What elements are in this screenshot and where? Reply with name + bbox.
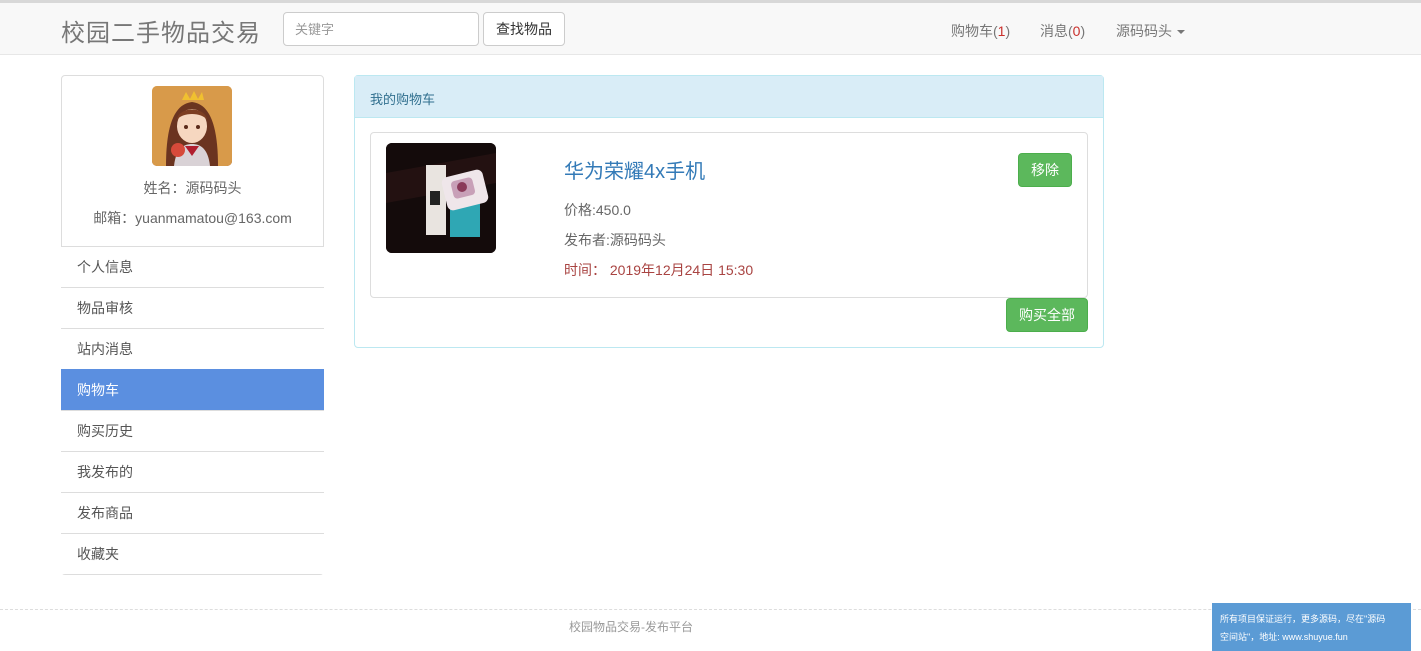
site-brand[interactable]: 校园二手物品交易 [61,13,261,48]
promo-banner[interactable]: 所有项目保证运行，更多源码，尽在"源码 空间站"，地址: www.shuyue.… [1212,603,1411,651]
sidebar-item-personal-info[interactable]: 个人信息 [61,246,324,287]
sidebar-item-my-posts[interactable]: 我发布的 [61,451,324,492]
profile-name: 姓名：源码码头 [143,180,242,196]
nav-cart-label: 购物车( [951,23,998,39]
sidebar-item-purchase-history[interactable]: 购买历史 [61,410,324,451]
footer-divider [0,609,1421,610]
cart-panel-heading: 我的购物车 [355,76,1103,118]
item-title[interactable]: 华为荣耀4x手机 [564,155,705,184]
footer-text: 校园物品交易-发布平台 [569,620,693,634]
nav-messages-close: ) [1080,23,1086,39]
sidebar-item-cart[interactable]: 购物车 [61,369,324,410]
nav-messages-label: 消息( [1040,23,1073,39]
caret-down-icon [1177,30,1185,35]
nav-cart-close: ) [1005,23,1011,39]
promo-banner-line-2: 空间站"，地址: www.shuyue.fun [1220,632,1348,642]
item-price: 价格:450.0 [564,202,631,218]
cart-item: 华为荣耀4x手机 价格:450.0 发布者:源码码头 时间： 2019年12月2… [370,132,1088,298]
nav-user-name: 源码码头 [1116,23,1172,39]
phone-photo-icon [386,143,496,253]
avatar-image-icon [152,86,232,166]
sidebar-item-post-item[interactable]: 发布商品 [61,492,324,533]
buy-all-button[interactable]: 购买全部 [1006,298,1088,332]
profile-email: 邮箱：yuanmamatou@163.com [93,210,292,226]
promo-banner-line-1: 所有项目保证运行，更多源码，尽在"源码 [1220,614,1386,624]
sidebar-item-item-review[interactable]: 物品审核 [61,287,324,328]
sidebar-item-favorites[interactable]: 收藏夹 [61,533,324,574]
nav-user-menu[interactable]: 源码码头 [1116,21,1185,41]
remove-button[interactable]: 移除 [1018,153,1072,187]
user-avatar [152,86,232,166]
item-publisher: 发布者:源码码头 [564,232,666,248]
sidebar-menu: 个人信息 物品审核 站内消息 购物车 购买历史 我发布的 发布商品 收藏夹 [61,246,324,574]
item-thumbnail[interactable] [386,143,496,253]
sidebar-item-site-messages[interactable]: 站内消息 [61,328,324,369]
nav-cart-link[interactable]: 购物车(1) [951,21,1010,41]
nav-messages-link[interactable]: 消息(0) [1040,21,1085,41]
cart-panel: 我的购物车 华为荣耀4x手机 价格:450.0 发布者:源码码头 时间： 201… [354,75,1104,348]
top-navbar: 校园二手物品交易 查找物品 购物车(1) 消息(0) 源码码头 [0,0,1421,55]
search-input[interactable] [283,12,479,46]
item-time: 时间： 2019年12月24日 15:30 [564,262,754,278]
profile-panel: 姓名：源码码头 邮箱：yuanmamatou@163.com 个人信息 物品审核… [61,75,324,575]
search-button[interactable]: 查找物品 [483,12,565,46]
